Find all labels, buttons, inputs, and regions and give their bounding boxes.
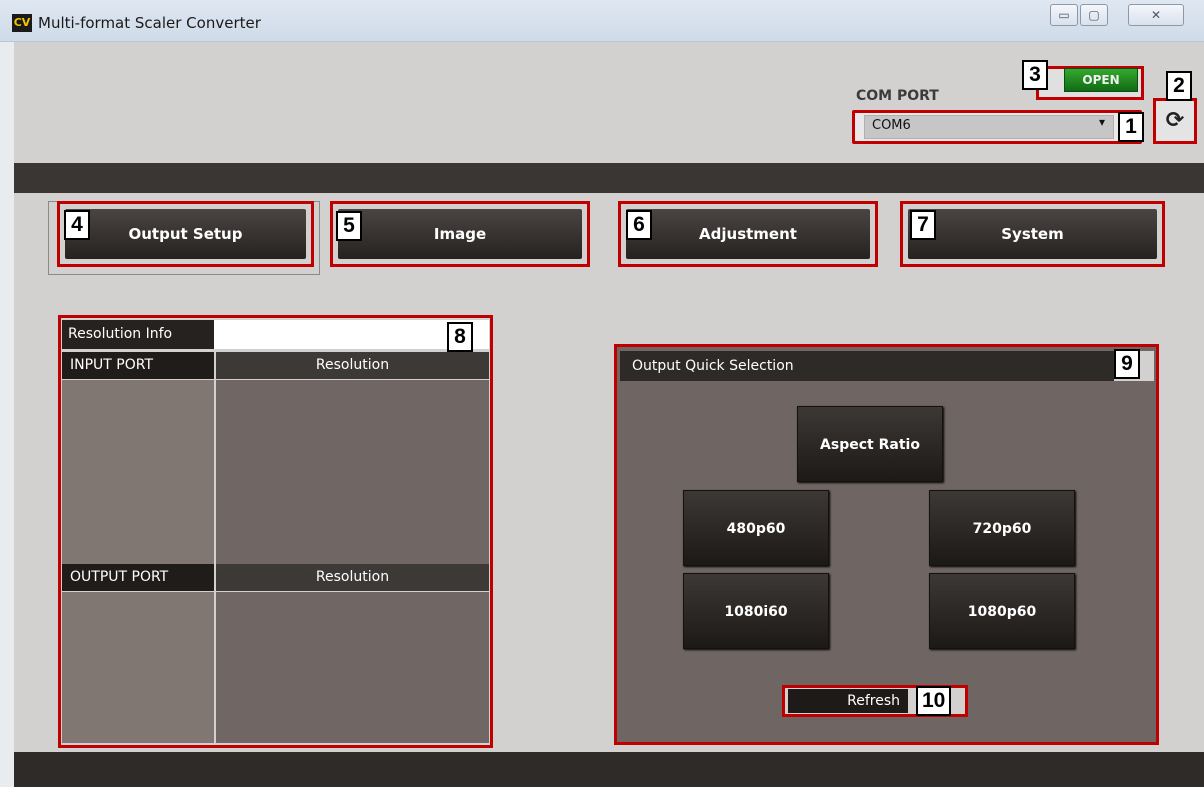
preset-720p60-button[interactable]: 720p60 <box>929 490 1075 566</box>
tab-output-setup-label: Output Setup <box>65 209 306 259</box>
title-bar: CV Multi-format Scaler Converter ▭ ▢ ✕ <box>0 0 1204 42</box>
tab-system[interactable]: System <box>900 201 1165 267</box>
preset-480p60-button[interactable]: 480p60 <box>683 490 829 566</box>
open-button[interactable]: OPEN <box>1064 68 1138 92</box>
callout-6: 6 <box>626 210 652 240</box>
resolution-info-title: Resolution Info <box>62 320 214 349</box>
com-port-value: COM6 <box>872 118 911 133</box>
output-resolution-header: Resolution <box>216 564 489 591</box>
input-resolution-cell <box>216 380 489 564</box>
maximize-button[interactable]: ▢ <box>1080 4 1108 26</box>
status-bar <box>14 752 1204 787</box>
tab-system-label: System <box>908 209 1157 259</box>
callout-2: 2 <box>1166 71 1192 101</box>
tab-image[interactable]: Image <box>330 201 590 267</box>
input-port-cell <box>62 380 214 564</box>
preset-1080p60-button[interactable]: 1080p60 <box>929 573 1075 649</box>
output-port-header: OUTPUT PORT <box>62 564 214 591</box>
refresh-ports-button[interactable]: ⟳ <box>1153 98 1197 144</box>
output-resolution-cell <box>216 592 489 743</box>
callout-4: 4 <box>64 210 90 240</box>
com-port-label: COM PORT <box>856 88 939 104</box>
tab-adjustment[interactable]: Adjustment <box>618 201 878 267</box>
close-button[interactable]: ✕ <box>1128 4 1184 26</box>
app-logo-icon: CV <box>12 14 32 32</box>
callout-1: 1 <box>1118 112 1144 142</box>
callout-3: 3 <box>1022 60 1048 90</box>
top-divider-band <box>14 163 1204 193</box>
callout-8: 8 <box>447 322 473 352</box>
preset-1080i60-button[interactable]: 1080i60 <box>683 573 829 649</box>
input-port-header: INPUT PORT <box>62 352 214 379</box>
input-resolution-header: Resolution <box>216 352 489 379</box>
tab-image-label: Image <box>338 209 582 259</box>
callout-5: 5 <box>336 211 362 241</box>
aspect-ratio-button[interactable]: Aspect Ratio <box>797 406 943 482</box>
minimize-button[interactable]: ▭ <box>1050 4 1078 26</box>
callout-7: 7 <box>910 210 936 240</box>
callout-10: 10 <box>916 686 952 716</box>
callout-9: 9 <box>1114 349 1140 379</box>
tab-output-setup[interactable]: Output Setup <box>57 201 314 267</box>
refresh-button[interactable]: Refresh <box>788 689 908 713</box>
app-window: CV Multi-format Scaler Converter ▭ ▢ ✕ C… <box>0 0 1204 787</box>
chevron-down-icon[interactable]: ▾ <box>1099 115 1105 129</box>
output-quick-selection-title: Output Quick Selection <box>620 351 1114 381</box>
tab-adjustment-label: Adjustment <box>626 209 870 259</box>
window-title: Multi-format Scaler Converter <box>38 14 261 32</box>
left-border <box>0 42 14 787</box>
output-port-cell <box>62 592 214 743</box>
